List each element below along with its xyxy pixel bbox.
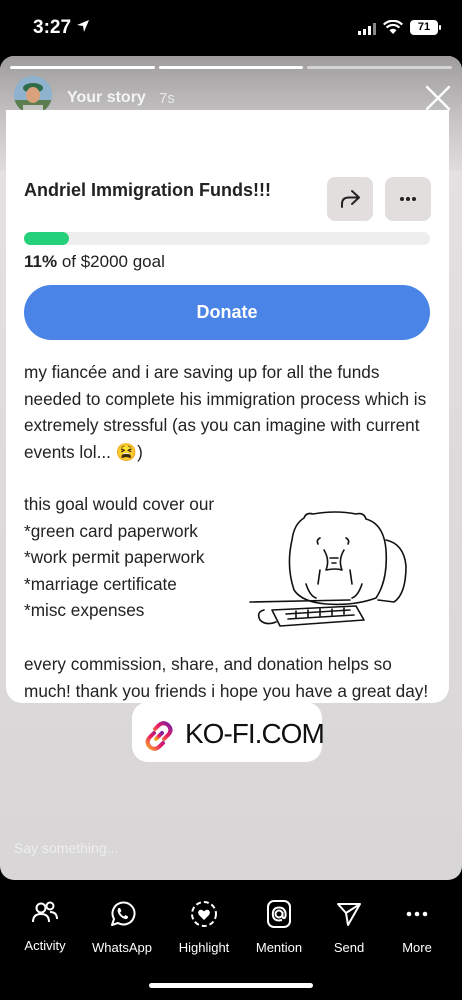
more-icon: [406, 911, 428, 917]
story-progress-segment: [159, 66, 303, 69]
list-item: *work permit paperwork: [24, 547, 205, 567]
share-arrow-icon: [341, 190, 360, 208]
send-icon: [337, 903, 361, 926]
description-paragraph: my fiancée and i are saving up for all t…: [24, 359, 434, 465]
highlight-label: Highlight: [178, 940, 230, 955]
share-button[interactable]: [327, 177, 373, 221]
highlight-icon: [191, 901, 217, 927]
donate-button[interactable]: Donate: [24, 285, 430, 340]
description-text: my fiancée and i are saving up for all t…: [24, 362, 427, 462]
mention-label: Mention: [255, 940, 303, 955]
goal-percent: 11%: [24, 252, 58, 271]
whatsapp-label: WhatsApp: [92, 940, 152, 955]
ellipsis-icon: [400, 197, 416, 201]
activity-icon: [32, 901, 58, 923]
more-button[interactable]: More: [377, 900, 457, 955]
goal-amount-text: of $2000 goal: [57, 252, 165, 271]
reply-input[interactable]: Say something...: [14, 840, 118, 856]
thanks-text: every commission, share, and donation he…: [24, 654, 429, 701]
battery-indicator: 71: [410, 20, 441, 35]
list-item: *marriage certificate: [24, 573, 177, 594]
activity-button[interactable]: Activity: [5, 900, 85, 953]
home-indicator: [149, 983, 313, 988]
close-icon[interactable]: [424, 84, 452, 112]
cellular-signal-icon: [358, 23, 376, 35]
goal-title: Andriel Immigration Funds!!!: [24, 180, 271, 200]
goal-progress-bar: [24, 232, 430, 245]
mention-button[interactable]: Mention: [239, 900, 319, 955]
story-progress-segment: [307, 66, 452, 69]
list-item: *green card paperwork: [24, 520, 198, 541]
link-icon: [145, 721, 173, 751]
kofi-sticker-text[interactable]: KO-FI.COM: [185, 718, 325, 750]
mention-icon: [267, 900, 291, 928]
more-label: More: [402, 940, 432, 955]
story-timestamp: 7s: [159, 90, 175, 107]
more-options-button[interactable]: [385, 177, 431, 221]
thanks-paragraph: every commission, share, and donation he…: [24, 651, 434, 704]
list-item: *misc expenses: [24, 600, 145, 620]
list-intro: this goal would cover our: [24, 494, 215, 514]
wifi-icon: [383, 20, 403, 34]
status-time: 3:27: [33, 17, 72, 38]
story-actions-bar: Activity WhatsApp Highlight Mention Send: [0, 880, 462, 1000]
story-username[interactable]: Your story: [67, 89, 146, 107]
avatar[interactable]: [14, 76, 52, 114]
goal-coverage-list: this goal would cover our *green card pa…: [24, 491, 264, 624]
avatar-image: [14, 76, 52, 114]
goal-summary: 11% of $2000 goal: [24, 252, 165, 272]
whatsapp-button[interactable]: WhatsApp: [82, 900, 162, 955]
whatsapp-icon: [111, 901, 136, 926]
story-progress-segment: [10, 66, 155, 69]
highlight-button[interactable]: Highlight: [164, 900, 244, 955]
status-bar: 3:27 71: [0, 0, 462, 56]
location-arrow-icon: [77, 20, 89, 32]
bear-at-keyboard-illustration: [249, 511, 407, 627]
activity-label: Activity: [24, 938, 66, 953]
goal-progress-fill: [24, 232, 69, 245]
